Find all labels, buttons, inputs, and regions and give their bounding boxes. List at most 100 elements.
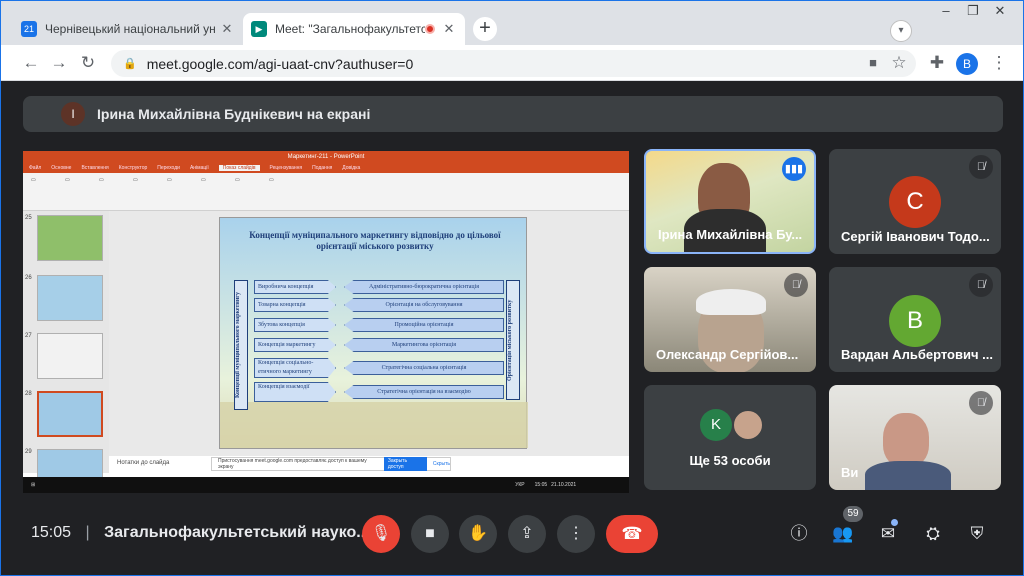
ppt-tab: Анімації bbox=[189, 165, 209, 171]
ppt-tab: Файл bbox=[29, 165, 42, 171]
self-name: Ви bbox=[841, 465, 859, 480]
city-skyline bbox=[220, 402, 528, 448]
taskbar-date: 21.10.2021 bbox=[551, 482, 577, 488]
recording-icon bbox=[425, 24, 435, 34]
right-vertical-label: Орієнтація міського розвитку bbox=[506, 280, 520, 400]
ppt-tab: Вставлення bbox=[81, 165, 109, 171]
left-vertical-label: Концепції муніципального маркетингу bbox=[234, 280, 248, 410]
self-video-body bbox=[865, 461, 951, 490]
orientation-arrow: Стратегічна орієнтація на взаємодію bbox=[344, 385, 504, 399]
present-button[interactable]: ⇪ bbox=[508, 515, 546, 553]
concept-arrow: Концепція маркетингу bbox=[254, 338, 336, 352]
thumb-number: 25 bbox=[25, 215, 32, 221]
reload-icon[interactable]: ↻ bbox=[78, 53, 98, 73]
back-icon[interactable]: ← bbox=[21, 53, 41, 73]
tab-title: Чернівецький національний ун bbox=[45, 22, 216, 36]
meeting-info: 15:05 | Загальнофакультетський науко... bbox=[31, 524, 370, 541]
hide-button[interactable]: Скрыть bbox=[433, 461, 450, 467]
shared-screen: Маркетинг-211 - PowerPoint Файл Основне … bbox=[23, 151, 629, 493]
participant-video-hair bbox=[696, 289, 766, 315]
address-bar[interactable]: 🔒 meet.google.com/agi-uaat-cnv?authuser=… bbox=[111, 50, 916, 77]
menu-icon[interactable]: ⋮ bbox=[989, 53, 1009, 73]
camera-toggle-button[interactable]: ■ bbox=[411, 515, 449, 553]
participant-name: Ірина Михайлівна Бу... bbox=[658, 227, 803, 242]
taskbar-lang: УКР bbox=[515, 482, 525, 488]
close-icon[interactable]: ✕ bbox=[441, 21, 457, 37]
tab-search-icon[interactable]: ▾ bbox=[890, 20, 912, 42]
mic-off-icon: 🎙̸ bbox=[969, 155, 993, 179]
profile-avatar[interactable]: B bbox=[956, 53, 978, 75]
start-icon: ⊞ bbox=[31, 482, 36, 488]
slide-thumb bbox=[37, 275, 103, 321]
activities-icon[interactable]: ⛭ bbox=[921, 522, 945, 546]
concept-arrow: Концепція соціально-етичного маркетингу bbox=[254, 358, 336, 378]
share-notice-text: Пристосування meet.google.com предоставл… bbox=[218, 458, 367, 470]
chat-unread-dot bbox=[891, 519, 898, 526]
new-tab-button[interactable]: + bbox=[473, 17, 497, 41]
participant-tile[interactable]: 🎙̸ Олександр Сергійов... bbox=[644, 267, 816, 372]
close-window-button[interactable]: ✕ bbox=[985, 1, 1015, 23]
taskbar-time: 15:05 bbox=[534, 482, 548, 488]
ppt-tab: Переходи bbox=[157, 165, 180, 171]
more-options-button[interactable]: ⋮ bbox=[557, 515, 595, 553]
more-participants-tile[interactable]: K Ще 53 особи bbox=[644, 385, 816, 490]
meet-icon: ▶ bbox=[251, 21, 267, 37]
participant-tile[interactable]: 🎙̸ В Вардан Альбертович ... bbox=[829, 267, 1001, 372]
stop-share-button[interactable]: Закрыть доступ bbox=[383, 457, 427, 471]
mic-toggle-button[interactable]: 🎙 bbox=[362, 515, 400, 553]
raise-hand-button[interactable]: ✋ bbox=[459, 515, 497, 553]
browser-window: 21 Чернівецький національний ун ✕ ▶ Meet… bbox=[0, 0, 1024, 576]
slide-thumb bbox=[37, 333, 103, 379]
browser-toolbar: ← → ↻ 🔒 meet.google.com/agi-uaat-cnv?aut… bbox=[1, 45, 1023, 81]
tab-title: Meet: "Загальнофакультетсь bbox=[275, 22, 425, 36]
thumb-number: 27 bbox=[25, 333, 32, 339]
self-video bbox=[883, 413, 929, 467]
windows-taskbar: ⊞ УКР 15:05 21.10.2021 bbox=[23, 477, 629, 493]
ppt-tab: Довідка bbox=[342, 165, 361, 171]
participant-name: Олександр Сергійов... bbox=[656, 347, 799, 362]
people-icon[interactable]: 👥 bbox=[831, 522, 855, 546]
more-participants-label: Ще 53 особи bbox=[689, 453, 771, 468]
meeting-details-icon[interactable]: ⓘ bbox=[787, 522, 811, 546]
leave-call-button[interactable]: ☎ bbox=[606, 515, 658, 553]
participant-avatar-photo bbox=[732, 409, 764, 441]
bookmark-star-icon[interactable]: ☆ bbox=[889, 53, 909, 73]
ppt-menu: Файл Основне Вставлення Конструктор Пере… bbox=[23, 163, 629, 173]
url-text: meet.google.com/agi-uaat-cnv?authuser=0 bbox=[146, 55, 414, 72]
forward-icon[interactable]: → bbox=[49, 53, 69, 73]
participant-tile-presenter[interactable]: ▮▮▮ Ірина Михайлівна Бу... bbox=[644, 149, 816, 254]
self-tile[interactable]: 🎙̸ Ви bbox=[829, 385, 1001, 490]
concept-arrow: Виробнича концепція bbox=[254, 280, 336, 294]
lock-icon: 🔒 bbox=[123, 58, 137, 70]
participant-tile[interactable]: 🎙̸ С Сергій Іванович Тодо... bbox=[829, 149, 1001, 254]
minimize-button[interactable]: – bbox=[931, 1, 961, 23]
ppt-tab-active: Показ слайдів bbox=[218, 165, 260, 171]
clock-time: 15:05 bbox=[31, 524, 72, 541]
thumb-number: 26 bbox=[25, 275, 32, 281]
orientation-arrow: Промоційна орієнтація bbox=[344, 318, 504, 332]
maximize-button[interactable]: ❐ bbox=[958, 1, 988, 23]
presenter-avatar: І bbox=[61, 102, 85, 126]
camera-icon[interactable]: ■ bbox=[863, 53, 883, 73]
orientation-arrow: Стратегічна соціальна орієнтація bbox=[344, 361, 504, 375]
ppt-tab: Конструктор bbox=[118, 165, 148, 171]
mic-off-icon: 🎙̸ bbox=[969, 391, 993, 415]
tab-university[interactable]: 21 Чернівецький національний ун ✕ bbox=[13, 13, 243, 45]
mic-off-icon: 🎙̸ bbox=[969, 273, 993, 297]
tab-strip: 21 Чернівецький національний ун ✕ ▶ Meet… bbox=[1, 1, 1023, 45]
extensions-icon[interactable]: ✚ bbox=[927, 53, 947, 73]
close-icon[interactable]: ✕ bbox=[219, 21, 235, 37]
share-notice-bar: Пристосування meet.google.com предоставл… bbox=[211, 457, 451, 471]
presenter-banner: І Ірина Михайлівна Буднікевич на екрані bbox=[23, 96, 1003, 132]
chat-icon[interactable]: ✉ bbox=[876, 522, 900, 546]
slide-editor: Концепції муніципального маркетингу відп… bbox=[109, 211, 629, 456]
meet-controls-bar: 15:05 | Загальнофакультетський науко... … bbox=[1, 506, 1023, 566]
ppt-tab: Рецензування bbox=[269, 165, 303, 171]
host-controls-icon[interactable]: ⛨ bbox=[965, 522, 989, 546]
participant-avatar: С bbox=[889, 176, 941, 228]
slide-thumb bbox=[37, 215, 103, 261]
ppt-titlebar: Маркетинг-211 - PowerPoint bbox=[23, 151, 629, 163]
tab-meet[interactable]: ▶ Meet: "Загальнофакультетсь ✕ bbox=[243, 13, 465, 45]
participant-count-badge: 59 bbox=[843, 506, 863, 522]
ppt-tab: Подання bbox=[312, 165, 333, 171]
